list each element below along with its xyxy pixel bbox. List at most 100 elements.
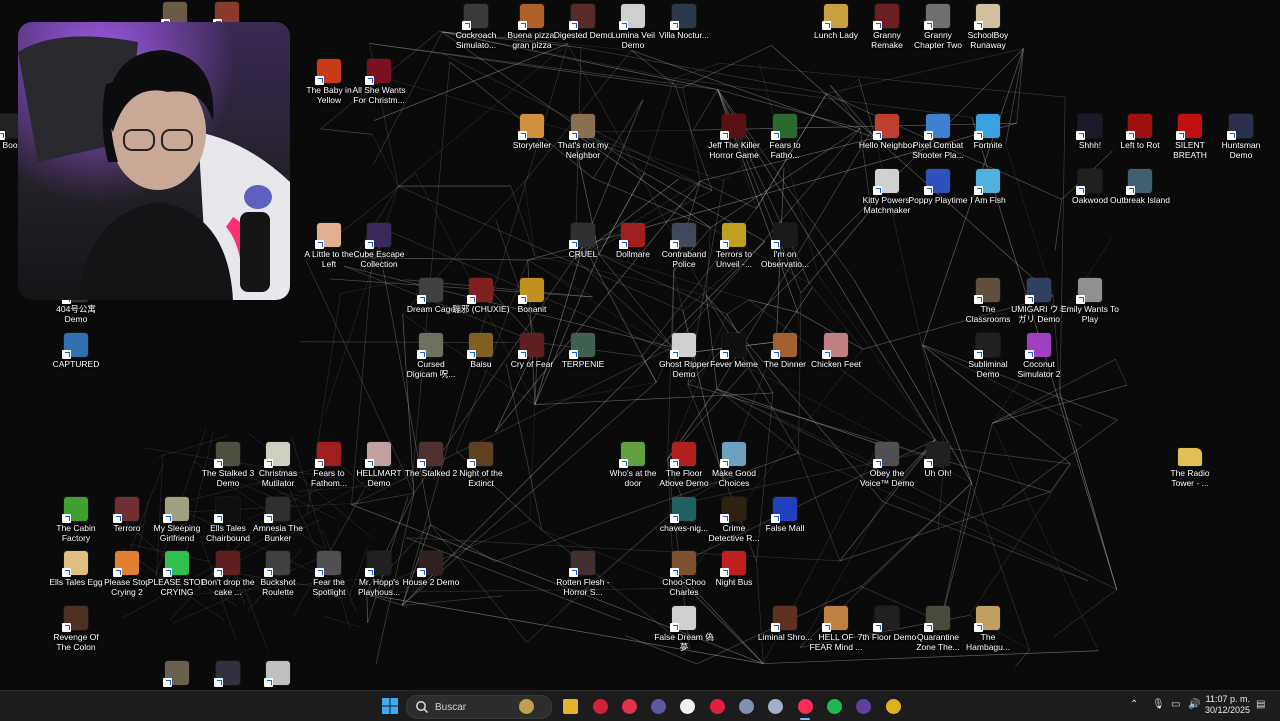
desktop-shortcut[interactable]: Bonanit — [506, 278, 558, 314]
desktop-shortcut[interactable]: 7th Floor Demo — [861, 606, 913, 642]
desktop-shortcut[interactable]: Fortnite — [962, 114, 1014, 150]
desktop-shortcut[interactable]: Quarantine Zone The... — [912, 606, 964, 652]
desktop-shortcut[interactable]: All She Wants For Christm... — [353, 59, 405, 105]
desktop-shortcut[interactable]: Make Good Choices — [708, 442, 760, 488]
desktop-shortcut[interactable]: Fear the Spotlight — [303, 551, 355, 597]
desktop-shortcut[interactable]: SchoolBoy Runaway — [962, 4, 1014, 50]
desktop-shortcut[interactable]: My Sleeping Girlfriend — [151, 497, 203, 543]
desktop-shortcut[interactable]: Pixel Combat Shooter Pla... — [912, 114, 964, 160]
desktop-shortcut[interactable]: Huntsman Demo — [1215, 114, 1267, 160]
desktop-shortcut[interactable]: The Dinner — [759, 333, 811, 369]
desktop-shortcut[interactable]: Lumina Veil Demo — [607, 4, 659, 50]
desktop-shortcut[interactable]: Outbreak Island — [1114, 169, 1166, 205]
desktop-shortcut[interactable]: Poppy Playtime — [912, 169, 964, 205]
desktop-shortcut[interactable]: Fears to Fatho... — [759, 114, 811, 160]
capcut-icon[interactable] — [677, 696, 697, 716]
desktop-shortcut[interactable]: Don't drop the cake ... — [202, 551, 254, 597]
desktop-shortcut[interactable]: Emily Wants To Play — [1064, 278, 1116, 324]
desktop-shortcut[interactable]: SILENT BREATH — [1164, 114, 1216, 160]
desktop-shortcut[interactable]: I'm on Observatio... — [759, 223, 811, 269]
desktop-shortcut[interactable]: Chicken Feet — [810, 333, 862, 369]
file-explorer-icon[interactable] — [560, 696, 580, 716]
next-app-icon[interactable] — [853, 696, 873, 716]
norton-icon[interactable] — [883, 696, 903, 716]
desktop-shortcut[interactable]: Liminal Shro... — [759, 606, 811, 642]
desktop-shortcut[interactable]: Dollmare — [607, 223, 659, 259]
desktop-shortcut[interactable] — [252, 661, 304, 687]
microphone-icon[interactable]: 🎙 — [1152, 699, 1165, 710]
desktop-shortcut[interactable]: HELL OF FEAR Mind ... — [810, 606, 862, 652]
desktop-shortcut[interactable] — [202, 661, 254, 687]
desktop-shortcut[interactable]: Revenge Of The Colon — [50, 606, 102, 652]
desktop-shortcut[interactable]: Christmas Mutilator — [252, 442, 304, 488]
steam-icon[interactable] — [765, 696, 785, 716]
desktop-shortcut[interactable]: HELLMART Demo — [353, 442, 405, 488]
desktop-shortcut[interactable]: Crime Detective R... — [708, 497, 760, 543]
desktop-shortcut[interactable]: Night Bus — [708, 551, 760, 587]
network-icon[interactable]: ▭ — [1171, 699, 1180, 710]
desktop-shortcut[interactable]: Buena pizza, gran pizza — [506, 4, 558, 50]
desktop-shortcut[interactable]: Left to Rot — [1114, 114, 1166, 150]
desktop-shortcut[interactable]: Oakwood — [1064, 169, 1116, 205]
desktop-shortcut[interactable]: Night of the Extinct — [455, 442, 507, 488]
desktop-shortcut[interactable]: That's not my Neighbor — [557, 114, 609, 160]
desktop-shortcut[interactable]: Terroro — [101, 497, 153, 533]
desktop-shortcut[interactable]: Buckshot Roulette — [252, 551, 304, 597]
desktop-shortcut[interactable]: The Stalked 3 Demo — [202, 442, 254, 488]
obs-icon[interactable] — [648, 696, 668, 716]
desktop-shortcut[interactable]: Cube Escape Collection — [353, 223, 405, 269]
desktop-shortcut[interactable]: Jeff The Killer Horror Game — [708, 114, 760, 160]
opera-gx-icon[interactable] — [590, 696, 610, 716]
desktop-shortcut[interactable]: False Dream 偽夢 — [658, 606, 710, 652]
desktop-shortcut[interactable]: Baisu — [455, 333, 507, 369]
desktop-shortcut[interactable]: Dream Cage — [405, 278, 457, 314]
desktop-shortcut[interactable]: Ells Tales Chairbound — [202, 497, 254, 543]
desktop-shortcut[interactable]: Cockroach Simulato... — [450, 4, 502, 50]
desktop-shortcut[interactable]: Ghost Ripper Demo — [658, 333, 710, 379]
search-widget-icon[interactable] — [516, 696, 536, 716]
desktop-shortcut[interactable]: The Cabin Factory — [50, 497, 102, 543]
desktop-shortcut[interactable]: Cry of Fear — [506, 333, 558, 369]
desktop-shortcut[interactable]: TERPENIE — [557, 333, 609, 369]
desktop-shortcut[interactable]: Terrors to Unveil -... — [708, 223, 760, 269]
desktop-shortcut[interactable]: PLEASE STOP CRYING — [151, 551, 203, 597]
desktop-shortcut[interactable]: Amnesia The Bunker — [252, 497, 304, 543]
volume-icon[interactable]: 🔊 — [1188, 699, 1200, 710]
record-app-icon[interactable] — [619, 696, 639, 716]
notifications-icon[interactable]: ▤ — [1256, 699, 1265, 710]
desktop-shortcut[interactable]: Subliminal Demo — [962, 333, 1014, 379]
desktop-shortcut[interactable]: Storyteller — [506, 114, 558, 150]
start-button[interactable] — [380, 696, 400, 716]
desktop-shortcut[interactable]: Mr. Hopp's Playhous... — [353, 551, 405, 597]
desktop-shortcut[interactable]: House 2 Demo — [405, 551, 457, 587]
clock[interactable]: 11:07 p. m. 30/12/2025 — [1205, 694, 1250, 716]
desktop-shortcut[interactable]: Please Stop Crying 2 — [101, 551, 153, 597]
desktop-shortcut[interactable]: False Mall — [759, 497, 811, 533]
desktop-shortcut[interactable] — [151, 661, 203, 687]
desktop-shortcut[interactable]: Choo-Choo Charles — [658, 551, 710, 597]
desktop-shortcut[interactable]: Granny Remake — [861, 4, 913, 50]
desktop-shortcut[interactable]: chaves-nig... — [658, 497, 710, 533]
discord-icon[interactable] — [736, 696, 756, 716]
desktop-shortcut[interactable]: Contraband Police — [658, 223, 710, 269]
desktop-shortcut[interactable]: The Radio Tower - ... — [1164, 442, 1216, 488]
desktop-shortcut[interactable]: Cursed Digicam 呪... — [405, 333, 457, 379]
desktop-shortcut[interactable]: Fever Meme — [708, 333, 760, 369]
chevron-up-icon[interactable]: ⌃ — [1130, 699, 1138, 710]
desktop-shortcut[interactable]: A Little to the Left — [303, 223, 355, 269]
tiktok-icon[interactable] — [795, 696, 815, 716]
desktop-shortcut[interactable]: Lunch Lady — [810, 4, 862, 40]
desktop-shortcut[interactable]: Kitty Powers' Matchmaker — [861, 169, 913, 215]
desktop-shortcut[interactable]: Fears to Fathom... — [303, 442, 355, 488]
desktop-shortcut[interactable]: UMIGARI ウミガリ Demo — [1013, 278, 1065, 324]
desktop-shortcut[interactable]: Who's at the door — [607, 442, 659, 488]
desktop-shortcut[interactable]: Hello Neighbor — [861, 114, 913, 150]
desktop-shortcut[interactable]: Ells Tales Egg — [50, 551, 102, 587]
desktop-shortcut[interactable]: The Baby in Yellow — [303, 59, 355, 105]
desktop-shortcut[interactable]: Uh Oh! — [912, 442, 964, 478]
spotify-icon[interactable] — [824, 696, 844, 716]
desktop-shortcut[interactable]: Digested Demo — [557, 4, 609, 40]
desktop-shortcut[interactable]: Granny Chapter Two — [912, 4, 964, 50]
desktop-shortcut[interactable]: Shhh! — [1064, 114, 1116, 150]
desktop-shortcut[interactable]: The Hambagu... — [962, 606, 1014, 652]
